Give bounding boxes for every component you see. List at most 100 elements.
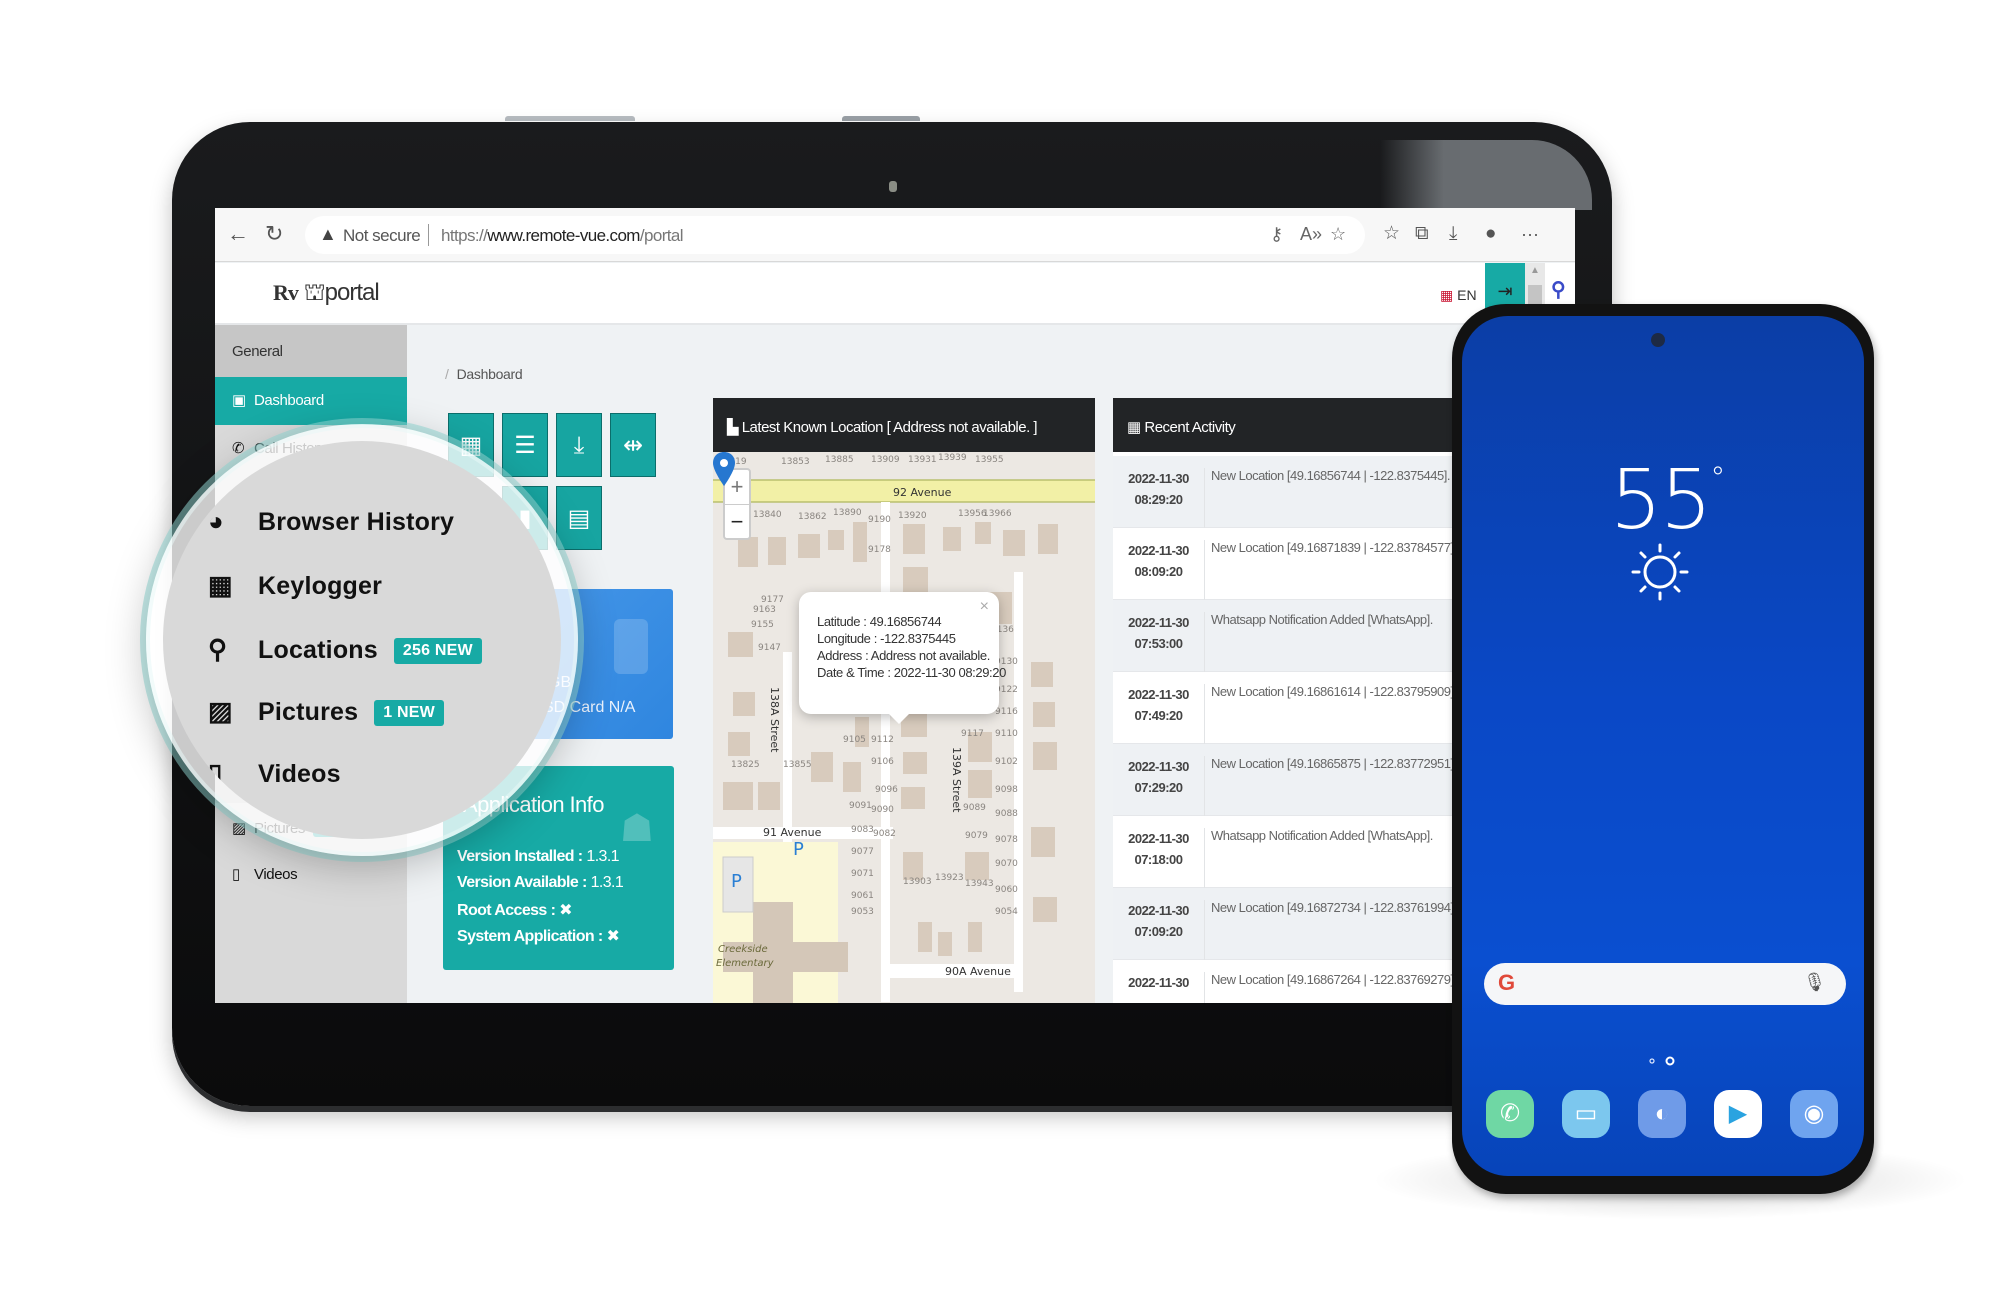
google-search-bar[interactable]: G 🎙︎: [1484, 963, 1846, 1005]
root-access: Root Access : ✖: [457, 900, 573, 920]
more-icon[interactable]: ···: [1521, 222, 1539, 246]
svg-text:13943: 13943: [965, 879, 994, 889]
portal-logo[interactable]: Rv ⛫portal: [273, 279, 380, 309]
svg-text:9060: 9060: [995, 885, 1018, 895]
label: Root Access :: [457, 902, 556, 919]
activity-time: 07:49:20: [1134, 708, 1183, 723]
phone-app-icon[interactable]: ✆: [1486, 1090, 1534, 1138]
activity-description: Whatsapp Notification Added [WhatsApp].: [1211, 828, 1433, 843]
breadcrumb-current[interactable]: Dashboard: [457, 366, 523, 382]
svg-text:13840: 13840: [753, 510, 782, 520]
activity-description: New Location [49.16865875 | -122.8377295…: [1211, 756, 1457, 771]
svg-text:9177: 9177: [761, 595, 784, 605]
popup-longitude: Longitude : -122.8375445: [817, 631, 956, 646]
activity-datetime: 2022-11-30 08:09:20: [1113, 540, 1205, 600]
map-panel-title: Latest Known Location [ Address not avai…: [741, 419, 1038, 436]
magnifier-lens: ◕ Browser History ▦ Keylogger ⚲ Locations 25…: [163, 441, 561, 839]
mag-item-videos[interactable]: ▯ Videos: [208, 758, 341, 789]
mag-item-locations[interactable]: ⚲ Locations 256 NEW: [208, 634, 482, 665]
collections-icon[interactable]: ⧉: [1415, 222, 1429, 246]
read-aloud-icon[interactable]: A»: [1300, 224, 1322, 245]
activity-date: 2022-11-30: [1128, 975, 1189, 990]
profile-icon[interactable]: ●: [1485, 222, 1496, 246]
page-indicator: [1649, 1056, 1675, 1066]
sidebar-item-label: Videos: [254, 866, 298, 883]
mag-item-label: Pictures: [258, 698, 359, 726]
messages-app-icon[interactable]: ▭: [1562, 1090, 1610, 1138]
svg-text:9116: 9116: [995, 707, 1018, 717]
microphone-icon[interactable]: 🎙︎: [1803, 972, 1826, 993]
svg-text:13890: 13890: [833, 508, 862, 518]
scroll-up-icon[interactable]: ▲: [1530, 265, 1540, 276]
latest-location-panel: ▙ Latest Known Location [ Address not av…: [713, 398, 1095, 1003]
mag-item-pictures[interactable]: ▨ Pictures 1 NEW: [208, 696, 444, 727]
svg-text:13920: 13920: [898, 511, 927, 521]
reload-icon[interactable]: ↻: [265, 222, 283, 246]
svg-text:9088: 9088: [995, 809, 1018, 819]
android-icon: ☗: [619, 808, 654, 850]
activity-datetime: 2022-11-30 08:29:20: [1113, 468, 1205, 528]
weather-temperature: 55°: [1610, 453, 1725, 548]
activity-date: 2022-11-30: [1128, 831, 1189, 846]
mag-item-keylogger[interactable]: ▦ Keylogger: [208, 570, 382, 601]
svg-text:9054: 9054: [995, 907, 1018, 917]
mag-item-browser-history[interactable]: ◕ Browser History: [208, 506, 454, 537]
tile-download[interactable]: ⤓: [556, 413, 602, 477]
svg-text:9102: 9102: [995, 757, 1018, 767]
parking-icon: P: [793, 839, 804, 860]
activity-time: 07:09:20: [1134, 924, 1183, 939]
svg-text:9061: 9061: [851, 891, 874, 901]
activity-time: 08:09:20: [1134, 564, 1183, 579]
film-icon: ▯: [208, 758, 223, 788]
back-arrow-icon[interactable]: ←: [227, 222, 249, 246]
language-code: EN: [1457, 287, 1477, 303]
street-92-avenue: 92 Avenue: [893, 486, 952, 499]
zoom-out-button[interactable]: −: [725, 504, 749, 538]
svg-text:9071: 9071: [851, 869, 874, 879]
language-selector[interactable]: ▦ EN: [1440, 287, 1477, 304]
url-text[interactable]: https://www.remote-vue.com/portal: [441, 226, 684, 246]
portal-header: Rv ⛫portal ▦ EN ⇥ ▲ ⚲: [215, 263, 1575, 325]
storage-icon: [614, 619, 648, 674]
sitemap-icon: ⛫: [303, 279, 326, 306]
camera-app-icon[interactable]: ◉: [1790, 1090, 1838, 1138]
sliders-icon: ☰: [514, 432, 536, 459]
add-favorite-icon[interactable]: ☆: [1330, 224, 1346, 245]
browser-toolbar: ← ↻ ▲ Not secure https://www.remote-vue.…: [215, 208, 1575, 262]
svg-text:13939: 13939: [938, 453, 967, 463]
popup-close-button[interactable]: ×: [980, 598, 989, 616]
play-store-app-icon[interactable]: ▶: [1714, 1090, 1762, 1138]
search-icon[interactable]: ⚲: [1551, 277, 1566, 302]
logo-text: portal: [324, 279, 380, 306]
tile-settings[interactable]: ⇹: [610, 413, 656, 477]
poi-line: Elementary: [716, 958, 775, 969]
road-139a-street: [1014, 572, 1023, 992]
popup-latitude: Latitude : 49.16856744: [817, 614, 942, 629]
mag-item-label: Browser History: [258, 508, 455, 536]
building-icon: ▙: [727, 419, 739, 436]
internet-app-icon[interactable]: ◐: [1638, 1090, 1686, 1138]
breadcrumb: / Dashboard: [445, 366, 523, 382]
svg-text:13966: 13966: [983, 509, 1012, 519]
activity-description: New Location [49.16867264 | -122.8376927…: [1211, 972, 1457, 987]
svg-text:9190: 9190: [868, 515, 891, 525]
parking-icon: P: [731, 871, 742, 892]
activity-panel-title: Recent Activity: [1144, 419, 1236, 436]
key-icon[interactable]: ⚷: [1270, 224, 1283, 245]
image-icon: ▨: [208, 696, 233, 726]
value: ✖: [606, 928, 620, 945]
location-pin-icon[interactable]: [713, 452, 735, 486]
mag-item-label: Videos: [258, 760, 341, 788]
activity-datetime: 2022-11-30 07:29:20: [1113, 756, 1205, 816]
map-view[interactable]: 13819138531388513909139311393913955 1384…: [713, 452, 1095, 1003]
favorites-icon[interactable]: ☆: [1383, 222, 1400, 246]
tile-server[interactable]: ▤: [556, 486, 602, 550]
mag-item-label: Locations: [258, 636, 378, 664]
svg-text:9155: 9155: [751, 620, 774, 630]
address-bar[interactable]: ▲ Not secure https://www.remote-vue.com/…: [305, 216, 1365, 254]
street-139a-street: 139A Street: [950, 747, 963, 813]
downloads-icon[interactable]: ⤓: [1449, 222, 1457, 246]
activity-description: New Location [49.16856744 | -122.8375445…: [1211, 468, 1450, 483]
security-label: Not secure: [343, 226, 421, 245]
tile-sliders[interactable]: ☰: [502, 413, 548, 477]
